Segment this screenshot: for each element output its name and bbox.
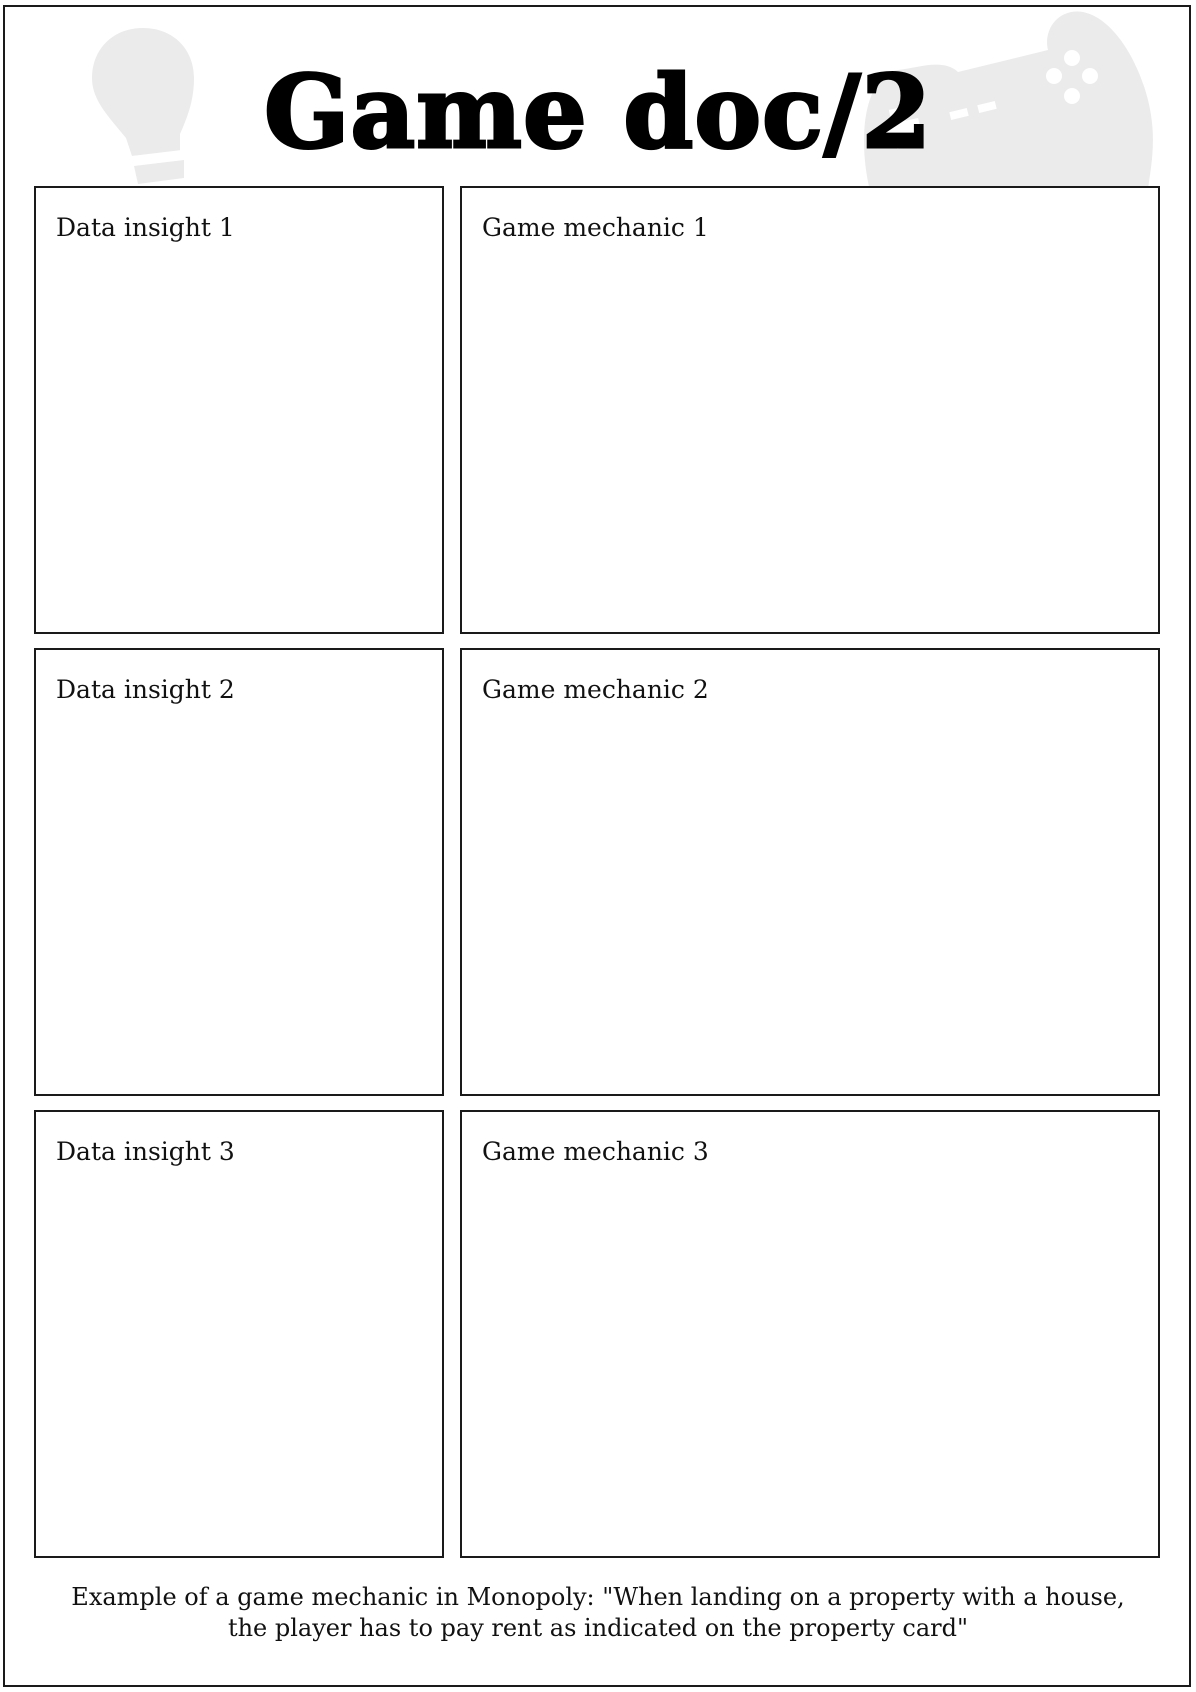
data-insight-box-1[interactable]: Data insight 1: [34, 186, 444, 634]
data-insight-label-2: Data insight 2: [56, 675, 235, 704]
data-insight-label-3: Data insight 3: [56, 1137, 235, 1166]
data-insight-box-2[interactable]: Data insight 2: [34, 648, 444, 1096]
game-mechanic-label-1: Game mechanic 1: [482, 213, 709, 242]
footer-line-2: the player has to pay rent as indicated …: [227, 1614, 969, 1642]
game-mechanic-box-2[interactable]: Game mechanic 2: [460, 648, 1160, 1096]
data-insight-label-1: Data insight 1: [56, 213, 235, 242]
game-mechanic-box-1[interactable]: Game mechanic 1: [460, 186, 1160, 634]
footer-example-text: Example of a game mechanic in Monopoly: …: [40, 1582, 1156, 1644]
page-title: Game doc/2: [262, 52, 933, 173]
game-mechanic-label-2: Game mechanic 2: [482, 675, 709, 704]
game-mechanic-label-3: Game mechanic 3: [482, 1137, 709, 1166]
game-mechanic-box-3[interactable]: Game mechanic 3: [460, 1110, 1160, 1558]
footer-line-1: Example of a game mechanic in Monopoly: …: [71, 1583, 1125, 1611]
data-insight-box-3[interactable]: Data insight 3: [34, 1110, 444, 1558]
